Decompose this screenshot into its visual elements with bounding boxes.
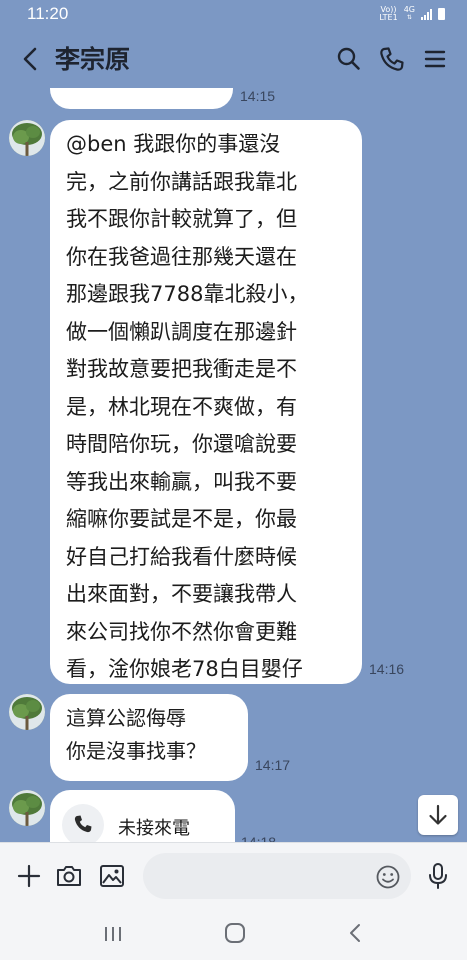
- message-line: 時間陪你玩，你還嗆說要: [66, 432, 297, 456]
- message-bubble[interactable]: 這算公認侮辱 你是沒事找事？: [50, 694, 248, 781]
- scroll-to-bottom-button[interactable]: [418, 795, 458, 835]
- signal-icon: [421, 8, 432, 20]
- menu-icon[interactable]: [420, 44, 450, 74]
- status-time: 11:20: [27, 4, 69, 23]
- phone-icon[interactable]: [377, 44, 407, 74]
- battery-icon: [438, 8, 445, 20]
- phone-icon: [62, 804, 104, 842]
- arrow-down-icon: [429, 804, 447, 825]
- message-line: 出來面對，不要讓我帶人: [66, 582, 297, 606]
- message-bubble[interactable]: [50, 88, 233, 109]
- missed-call-label: 未接來電: [118, 818, 190, 839]
- message-time: 14:16: [369, 661, 405, 677]
- message-line: 我不跟你計較就算了，但: [66, 207, 297, 231]
- message-line: 做一個懶趴調度在那邊針: [66, 319, 297, 344]
- status-icons: Vo)) LTE1 4G ⇅: [379, 6, 445, 22]
- message-line: 那邊跟我7788靠北殺小，: [66, 282, 309, 306]
- status-bar: 11:20 Vo)) LTE1 4G ⇅: [0, 0, 467, 30]
- search-icon[interactable]: [334, 44, 364, 74]
- message-line: 完，之前你講話跟我靠北: [66, 169, 297, 194]
- message-line: 是，林北現在不爽做，有: [66, 394, 297, 419]
- avatar[interactable]: [9, 694, 45, 730]
- input-bar: [0, 842, 467, 909]
- message-line: 對我故意要把我衝走是不: [66, 357, 297, 381]
- mic-icon[interactable]: [424, 861, 452, 891]
- chat-header: 李宗原: [0, 30, 467, 88]
- message-time: 14:18: [241, 834, 277, 842]
- missed-call-bubble[interactable]: 未接來電: [50, 790, 235, 842]
- image-icon[interactable]: [98, 862, 126, 890]
- message-line: 等我出來輸贏，叫我不要: [66, 469, 297, 494]
- message-input[interactable]: [143, 853, 411, 899]
- back-icon[interactable]: [343, 920, 369, 946]
- plus-icon[interactable]: [15, 862, 43, 890]
- message-line: 來公司找你不然你會更難: [66, 619, 297, 644]
- message-line: @ben 我跟你的事還沒: [66, 132, 281, 156]
- chat-messages[interactable]: 14:15 @ben 我跟你的事還沒 完，之前你講話跟我靠北 我不跟你計較就算了，但…: [0, 88, 467, 842]
- recents-icon[interactable]: [101, 922, 125, 946]
- chat-title[interactable]: 李宗原: [55, 40, 130, 76]
- home-icon[interactable]: [222, 920, 248, 946]
- message-line: 你在我爸過往那幾天還在: [66, 244, 297, 269]
- volte-icon: Vo)) LTE1: [379, 5, 398, 22]
- back-arrow-icon[interactable]: [18, 42, 46, 76]
- message-text: 這算公認侮辱 你是沒事找事？: [66, 706, 206, 763]
- message-time: 14:15: [240, 88, 276, 104]
- camera-icon[interactable]: [55, 862, 83, 890]
- message-text: @ben 我跟你的事還沒 完，之前你講話跟我靠北 我不跟你計較就算了，但 你在我爸過往…: [66, 126, 346, 689]
- message-time: 14:17: [255, 757, 291, 773]
- avatar[interactable]: [9, 790, 45, 826]
- emoji-icon[interactable]: [375, 864, 401, 890]
- avatar[interactable]: [9, 120, 45, 156]
- system-nav-bar: [0, 908, 467, 960]
- 4g-icon: 4G ⇅: [403, 5, 415, 22]
- message-line: 好自己打給我看什麼時候: [66, 544, 297, 569]
- message-line: 縮嘛你要試是不是，你最: [66, 507, 297, 531]
- message-line: 看，淦你娘老78白目嬰仔: [66, 657, 303, 681]
